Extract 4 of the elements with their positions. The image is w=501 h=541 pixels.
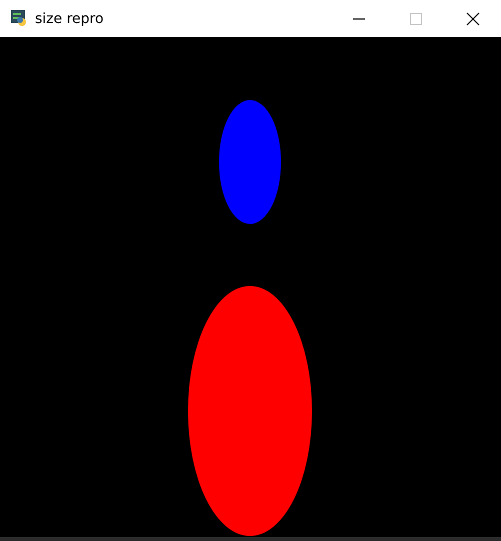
close-icon xyxy=(466,12,480,26)
maximize-icon xyxy=(410,12,422,24)
window-title: size repro xyxy=(35,10,104,26)
python-file-icon xyxy=(11,10,28,27)
